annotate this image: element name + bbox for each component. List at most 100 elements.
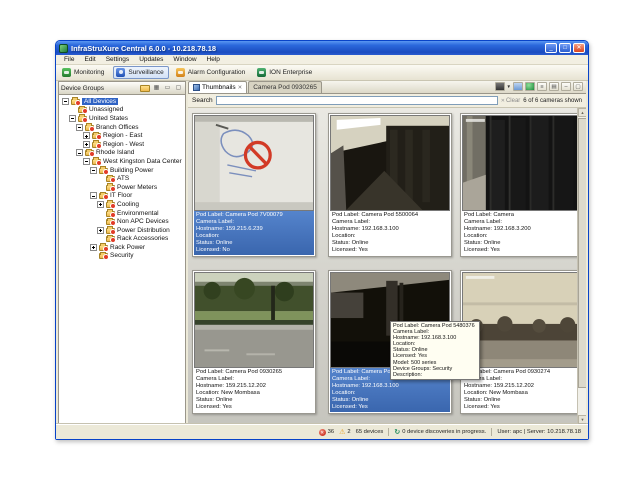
title-bar[interactable]: InfraStruXure Central 6.0.0 - 10.218.78.… (56, 41, 588, 55)
camera-thumbnail-4[interactable] (194, 272, 314, 368)
camera-card-3[interactable]: Pod Label: Camera Camera Label: Hostname… (460, 113, 584, 257)
menu-window[interactable]: Window (168, 56, 201, 63)
tab-close-icon[interactable]: ✕ (238, 85, 243, 91)
maximize-button[interactable]: □ (559, 43, 571, 53)
tree-expander-icon[interactable] (76, 149, 83, 156)
caption-line: Location: New Mombasa (464, 390, 580, 397)
tree-item[interactable]: Non APC Devices (59, 217, 185, 226)
caption-line: Status: Online (464, 240, 580, 247)
tree-expander-icon[interactable] (97, 227, 104, 234)
tree-expander-icon[interactable] (97, 201, 104, 208)
tree-item[interactable]: Region - East (59, 131, 185, 140)
scroll-down-icon[interactable]: ▼ (578, 415, 586, 424)
ion-enterprise-button[interactable]: ION Enterprise (254, 66, 317, 79)
tree-expander-icon[interactable] (76, 124, 83, 131)
tree-item[interactable]: Power Meters (59, 183, 185, 192)
tree-item[interactable]: Rack Power (59, 243, 185, 252)
camera-card-1[interactable]: Pod Label: Camera Pod 7V00079 Camera Lab… (192, 113, 316, 257)
view-dropdown-icon[interactable]: ▼ (507, 84, 511, 89)
caption-line: Pod Label: Camera Pod 5500064 (332, 212, 448, 219)
menu-file[interactable]: File (59, 56, 79, 63)
list-view-icon[interactable]: ≡ (537, 82, 547, 91)
tree-item[interactable]: Rhode Island (59, 149, 185, 158)
status-separator (388, 428, 389, 436)
tree-item-label: IT Floor (110, 192, 132, 199)
scrollbar-thumb[interactable] (578, 118, 586, 388)
close-button[interactable]: ✕ (573, 43, 585, 53)
monitoring-button[interactable]: Monitoring (59, 66, 109, 79)
tree-item[interactable]: United States (59, 114, 185, 123)
tree-item[interactable]: Building Power (59, 166, 185, 175)
tree-expander-icon[interactable] (90, 167, 97, 174)
tree-item-label: Power Distribution (117, 227, 170, 234)
maximize-editor-icon[interactable]: ▢ (573, 82, 583, 91)
menu-help[interactable]: Help (202, 56, 225, 63)
camera-thumbnail-1[interactable] (194, 115, 314, 211)
camera-view-icon[interactable] (495, 82, 505, 91)
alarm-configuration-button[interactable]: Alarm Configuration (173, 66, 250, 79)
caption-line: Status: Online (196, 397, 312, 404)
thumbnail-size-icon[interactable] (513, 82, 523, 91)
tree-item[interactable]: Environmental (59, 209, 185, 218)
caption-line: Camera Label: (464, 376, 580, 383)
tab-camera-pod[interactable]: Camera Pod 0930265 (248, 81, 322, 93)
tree-item-label: Rack Accessories (117, 235, 168, 242)
tree-expander-icon[interactable] (90, 244, 97, 251)
folder-icon (106, 236, 115, 242)
tree-item[interactable]: Cooling (59, 200, 185, 209)
tooltip-line: Description: (393, 372, 477, 378)
tree-expander-icon[interactable] (69, 115, 76, 122)
tree-expander-icon[interactable] (83, 132, 90, 139)
scroll-up-icon[interactable]: ▲ (578, 108, 586, 117)
tree-item-label: Power Meters (117, 184, 157, 191)
camera-card-2[interactable]: Pod Label: Camera Pod 5500064 Camera Lab… (328, 113, 452, 257)
view-toolbar: ▼ ≡ ▤ – ▢ (495, 82, 586, 93)
tree-expander-icon[interactable] (83, 158, 90, 165)
warning-alarms-indicator[interactable]: ⚠ 2 (339, 429, 351, 436)
camera-card-4[interactable]: Pod Label: Camera Pod 0930265 Camera Lab… (192, 270, 316, 414)
alarm-configuration-icon (176, 68, 185, 77)
tree-item-label: West Kingston Data Center (103, 158, 182, 165)
critical-alarms-indicator[interactable]: ✕ 36 (319, 429, 334, 436)
tree-item[interactable]: ATS (59, 174, 185, 183)
table-view-icon[interactable]: ▤ (549, 82, 559, 91)
caption-line: Hostname: 159.215.12.202 (196, 383, 312, 390)
tree-item[interactable]: Power Distribution (59, 226, 185, 235)
discovery-status[interactable]: ↻ 0 device discoveries in progress. (394, 429, 486, 436)
tree-item[interactable]: Rack Accessories (59, 235, 185, 244)
tree-item[interactable]: Branch Offices (59, 123, 185, 132)
minimize-editor-icon[interactable]: – (561, 82, 571, 91)
tree-item[interactable]: West Kingston Data Center (59, 157, 185, 166)
tree-expander-icon[interactable] (62, 98, 69, 105)
content-scrollbar[interactable]: ▲ ▼ (577, 108, 586, 424)
tree-item[interactable]: Security (59, 252, 185, 261)
minimize-view-icon[interactable]: ▭ (163, 84, 172, 92)
tab-thumbnails[interactable]: Thumbnails ✕ (188, 81, 247, 93)
device-groups-tab[interactable]: Device Groups (61, 85, 104, 92)
menu-edit[interactable]: Edit (79, 56, 100, 63)
menu-settings[interactable]: Settings (101, 56, 135, 63)
tree-item[interactable]: Unassigned (59, 106, 185, 115)
clear-search-button[interactable]: ✕ Clear (501, 98, 521, 104)
tree-expander-icon[interactable] (90, 192, 97, 199)
maximize-view-icon[interactable]: ▢ (174, 84, 183, 92)
tree-item[interactable]: All Devices (59, 97, 185, 106)
editor-tab-row: Thumbnails ✕ Camera Pod 0930265 ▼ ≡ ▤ – … (188, 81, 586, 94)
tree-item[interactable]: IT Floor (59, 192, 185, 201)
new-group-icon[interactable] (140, 85, 150, 92)
collapse-all-icon[interactable]: ▦ (152, 84, 161, 92)
tree-item[interactable]: Region - West (59, 140, 185, 149)
camera-thumbnail-2[interactable] (330, 115, 450, 211)
tree-expander-icon[interactable] (83, 141, 90, 148)
minimize-button[interactable]: _ (545, 43, 557, 53)
folder-icon (92, 142, 101, 148)
status-filter-icon[interactable] (525, 82, 535, 91)
camera-thumbnail-3[interactable] (462, 115, 582, 211)
caption-line: Location: (332, 233, 448, 240)
surveillance-button[interactable]: Surveillance (113, 66, 168, 79)
critical-alarm-icon: ✕ (319, 429, 326, 436)
folder-icon (106, 202, 115, 208)
camera-thumbnail-6[interactable] (462, 272, 582, 368)
search-input[interactable] (216, 96, 498, 105)
menu-updates[interactable]: Updates (134, 56, 168, 63)
